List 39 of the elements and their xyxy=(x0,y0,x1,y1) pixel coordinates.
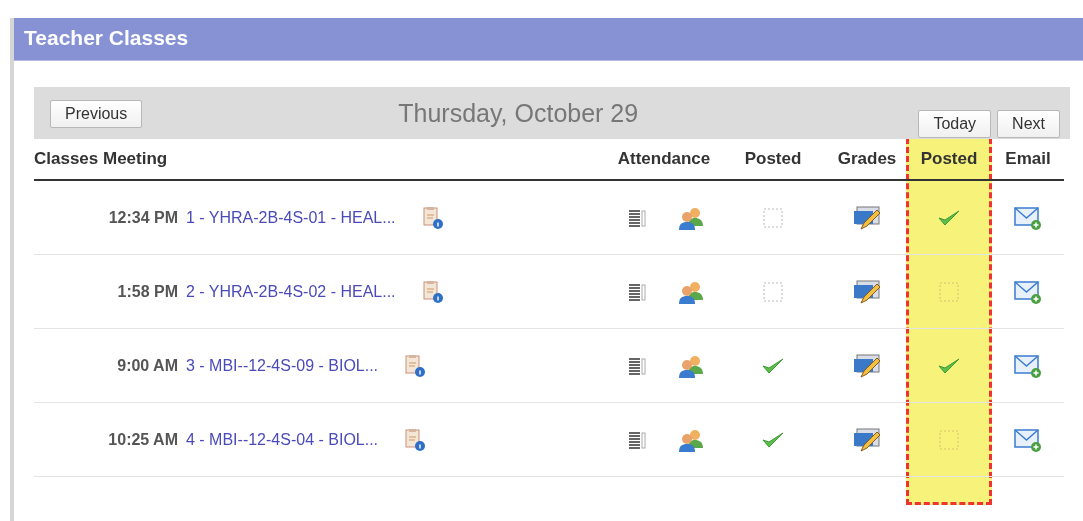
date-label: Thursday, October 29 xyxy=(398,98,639,128)
envelope-icon[interactable] xyxy=(1014,426,1042,453)
meeting-time: 9:00 AM xyxy=(116,356,178,375)
meeting-time: 12:34 PM xyxy=(107,208,178,227)
envelope-icon[interactable] xyxy=(1014,278,1042,305)
column-header[interactable]: Posted xyxy=(920,149,978,169)
today-button[interactable]: Today xyxy=(918,110,992,138)
pencil-screen-icon[interactable] xyxy=(853,426,881,453)
list-icon[interactable] xyxy=(628,430,646,449)
previous-button[interactable]: Previous xyxy=(50,100,143,128)
pencil-screen-icon[interactable] xyxy=(853,352,881,379)
meeting-time: 1:58 PM xyxy=(116,282,178,301)
panel-title: Teacher Classes xyxy=(14,18,1083,61)
meeting-time: 10:25 AM xyxy=(107,430,178,449)
class-link[interactable]: 2 - YHRA-2B-4S-02 - HEAL... xyxy=(186,282,396,301)
column-header[interactable]: Classes Meeting xyxy=(34,149,168,169)
list-icon[interactable] xyxy=(628,282,646,301)
class-link[interactable]: 1 - YHRA-2B-4S-01 - HEAL... xyxy=(186,208,396,227)
list-icon[interactable] xyxy=(628,208,646,227)
document-info-icon[interactable] xyxy=(404,427,427,452)
list-icon[interactable] xyxy=(628,356,646,375)
envelope-icon[interactable] xyxy=(1014,204,1042,231)
pencil-screen-icon[interactable] xyxy=(853,204,881,231)
column-header[interactable]: Attendance xyxy=(617,149,711,169)
people-icon[interactable] xyxy=(678,353,704,378)
class-link[interactable]: 4 - MBI--12-4S-04 - BIOL... xyxy=(186,430,379,449)
people-icon[interactable] xyxy=(678,427,704,452)
people-icon[interactable] xyxy=(678,205,704,230)
column-header[interactable]: Grades xyxy=(837,149,897,169)
pencil-screen-icon[interactable] xyxy=(853,278,881,305)
document-info-icon[interactable] xyxy=(421,205,444,230)
next-button[interactable]: Next xyxy=(997,110,1060,138)
document-info-icon[interactable] xyxy=(421,279,444,304)
column-header[interactable]: Email xyxy=(1005,149,1051,169)
envelope-icon[interactable] xyxy=(1014,352,1042,379)
document-info-icon[interactable] xyxy=(404,353,427,378)
people-icon[interactable] xyxy=(678,279,704,304)
column-header[interactable]: Posted xyxy=(744,149,802,169)
class-link[interactable]: 3 - MBI--12-4S-09 - BIOL... xyxy=(186,356,379,375)
